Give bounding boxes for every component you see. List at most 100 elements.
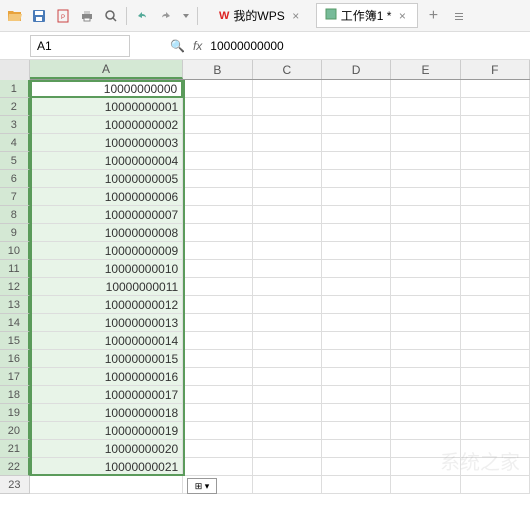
cell[interactable] <box>391 242 460 260</box>
cell[interactable]: 10000000014 <box>30 332 183 350</box>
cell[interactable]: 10000000010 <box>30 260 183 278</box>
cell[interactable] <box>253 350 322 368</box>
cell[interactable] <box>183 224 252 242</box>
cell[interactable] <box>183 80 252 98</box>
cell[interactable] <box>253 278 322 296</box>
cell[interactable]: 10000000016 <box>30 368 183 386</box>
cell[interactable] <box>253 116 322 134</box>
cell[interactable] <box>253 440 322 458</box>
cell[interactable] <box>461 458 530 476</box>
cell[interactable] <box>391 206 460 224</box>
cell[interactable]: 10000000000 <box>30 80 184 98</box>
cell[interactable] <box>253 152 322 170</box>
fx-label[interactable]: fx <box>193 39 202 53</box>
cell[interactable] <box>322 368 391 386</box>
cell[interactable] <box>391 368 460 386</box>
preview-icon[interactable] <box>100 5 122 27</box>
cell[interactable] <box>461 386 530 404</box>
cell[interactable] <box>183 152 252 170</box>
dropdown-icon[interactable] <box>179 5 193 27</box>
column-header-D[interactable]: D <box>322 60 391 79</box>
cell[interactable] <box>391 332 460 350</box>
cell[interactable] <box>461 242 530 260</box>
row-header[interactable]: 7 <box>0 188 30 206</box>
cell[interactable] <box>322 404 391 422</box>
cell[interactable] <box>322 422 391 440</box>
cell[interactable] <box>322 206 391 224</box>
cell[interactable]: 10000000011 <box>30 278 183 296</box>
cell[interactable] <box>461 440 530 458</box>
cell[interactable] <box>461 206 530 224</box>
cell[interactable] <box>461 260 530 278</box>
cell[interactable] <box>322 332 391 350</box>
cell[interactable] <box>183 440 252 458</box>
cell[interactable] <box>183 404 252 422</box>
cell[interactable] <box>253 296 322 314</box>
cell[interactable] <box>183 386 252 404</box>
cell[interactable] <box>253 98 322 116</box>
column-header-E[interactable]: E <box>391 60 460 79</box>
cell[interactable]: 10000000012 <box>30 296 183 314</box>
cell[interactable] <box>183 314 252 332</box>
cell[interactable] <box>322 152 391 170</box>
cell[interactable] <box>391 422 460 440</box>
cell[interactable] <box>461 404 530 422</box>
cell[interactable] <box>183 116 252 134</box>
cell[interactable] <box>322 98 391 116</box>
cell[interactable] <box>461 422 530 440</box>
cell[interactable]: 10000000002 <box>30 116 183 134</box>
cell[interactable] <box>391 350 460 368</box>
formula-input[interactable] <box>210 39 410 53</box>
add-tab-icon[interactable]: + <box>422 5 444 27</box>
row-header[interactable]: 13 <box>0 296 30 314</box>
cell[interactable] <box>391 296 460 314</box>
cell[interactable]: 10000000004 <box>30 152 183 170</box>
tab-workbook[interactable]: 工作簿1 * × <box>316 3 419 28</box>
cell[interactable] <box>391 458 460 476</box>
redo-icon[interactable] <box>155 5 177 27</box>
cell[interactable] <box>322 314 391 332</box>
cell[interactable] <box>322 350 391 368</box>
cell[interactable] <box>461 278 530 296</box>
cell[interactable] <box>183 188 252 206</box>
cell[interactable] <box>183 260 252 278</box>
cell[interactable] <box>461 188 530 206</box>
cell[interactable] <box>253 386 322 404</box>
tab-mywps[interactable]: W 我的WPS × <box>210 3 312 28</box>
cell[interactable]: 10000000018 <box>30 404 183 422</box>
cell[interactable] <box>461 98 530 116</box>
cell[interactable] <box>461 350 530 368</box>
cell[interactable] <box>183 242 252 260</box>
row-header[interactable]: 21 <box>0 440 30 458</box>
row-header[interactable]: 9 <box>0 224 30 242</box>
cell[interactable] <box>391 314 460 332</box>
cell[interactable] <box>253 422 322 440</box>
autofill-options-icon[interactable]: ⊞ ▾ <box>187 478 217 494</box>
cell[interactable]: 10000000015 <box>30 350 183 368</box>
cell[interactable] <box>322 116 391 134</box>
cell[interactable] <box>391 116 460 134</box>
cell[interactable] <box>322 260 391 278</box>
cell[interactable] <box>253 170 322 188</box>
cell[interactable] <box>322 224 391 242</box>
cell[interactable]: 10000000009 <box>30 242 183 260</box>
cell[interactable] <box>461 116 530 134</box>
cell[interactable] <box>461 296 530 314</box>
cell[interactable] <box>461 368 530 386</box>
cell[interactable] <box>253 188 322 206</box>
cell[interactable] <box>253 206 322 224</box>
row-header[interactable]: 1 <box>0 80 30 98</box>
close-icon[interactable]: × <box>289 9 303 23</box>
cell[interactable]: 10000000008 <box>30 224 183 242</box>
cell[interactable] <box>322 458 391 476</box>
search-icon[interactable]: 🔍 <box>170 39 185 53</box>
select-all-corner[interactable] <box>0 60 30 80</box>
cell[interactable] <box>183 278 252 296</box>
row-header[interactable]: 5 <box>0 152 30 170</box>
cell[interactable] <box>183 296 252 314</box>
cell[interactable] <box>183 422 252 440</box>
row-header[interactable]: 20 <box>0 422 30 440</box>
cell[interactable]: 10000000017 <box>30 386 183 404</box>
cell[interactable] <box>391 260 460 278</box>
cell[interactable]: 10000000019 <box>30 422 183 440</box>
